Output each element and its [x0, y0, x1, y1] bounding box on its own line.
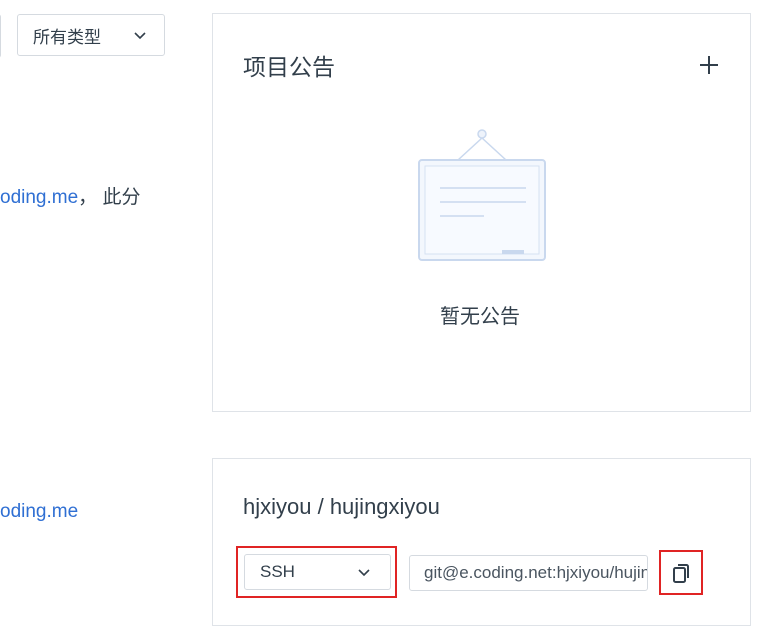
project-notice-title: 项目公告	[243, 54, 335, 80]
left-text-suffix: ， 此分	[78, 187, 141, 208]
copy-icon	[673, 563, 689, 583]
repository-panel	[212, 458, 751, 626]
clone-protocol-select[interactable]: SSH	[244, 554, 391, 590]
domain-link-2[interactable]: oding.me	[0, 501, 78, 522]
type-filter-select[interactable]: 所有类型	[17, 14, 165, 56]
left-text-line-1: oding.me， 此分	[0, 182, 140, 209]
clone-url-field[interactable]	[409, 555, 648, 591]
domain-link-1[interactable]: oding.me	[0, 187, 78, 208]
notice-board-illustration	[418, 129, 546, 261]
left-text-line-2: oding.me	[0, 501, 78, 523]
repo-path: hjxiyou / hujingxiyou	[243, 494, 440, 519]
chevron-down-icon	[134, 32, 146, 40]
type-filter-value: 所有类型	[33, 27, 101, 47]
chevron-down-icon	[358, 569, 370, 577]
partial-select[interactable]	[0, 14, 1, 58]
copy-url-button[interactable]	[659, 550, 703, 595]
protocol-value: SSH	[260, 562, 295, 581]
plus-icon[interactable]	[696, 52, 722, 78]
empty-notice-text: 暂无公告	[440, 306, 520, 328]
